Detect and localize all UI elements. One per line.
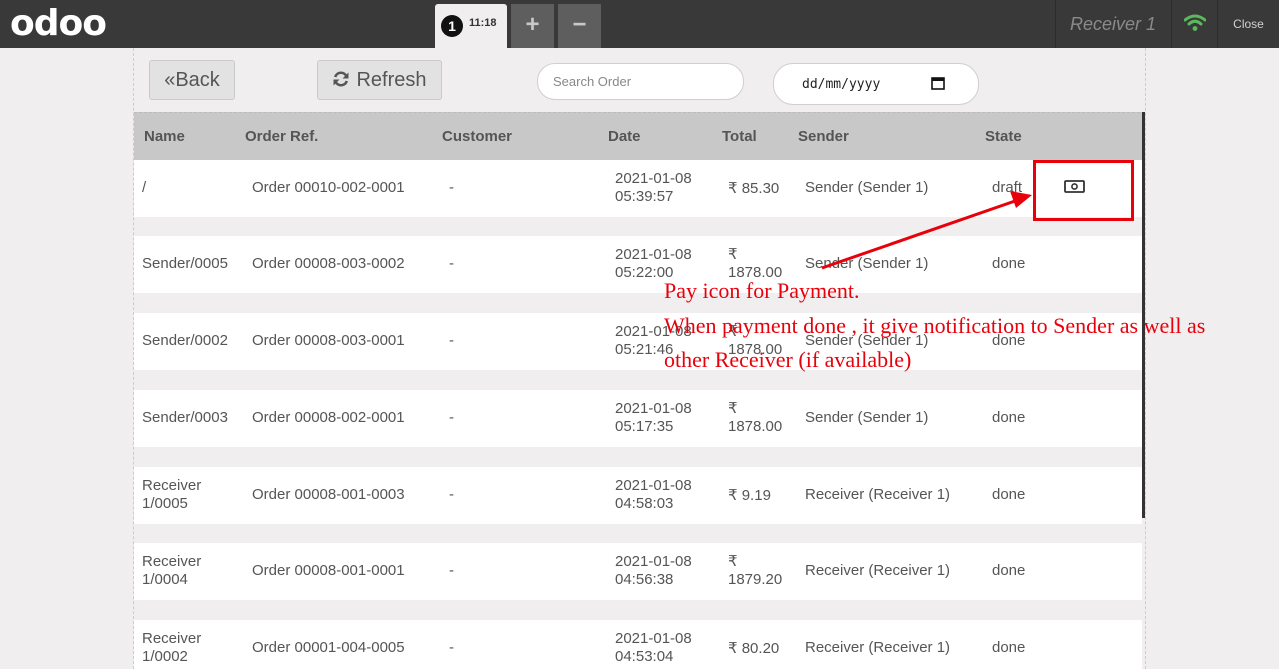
annotation-text-line2: When payment done , it give notification… bbox=[664, 313, 1206, 338]
annotation-text-line1: Pay icon for Payment. bbox=[664, 278, 860, 303]
annotation-text-line3: other Receiver (if available) bbox=[664, 347, 912, 372]
